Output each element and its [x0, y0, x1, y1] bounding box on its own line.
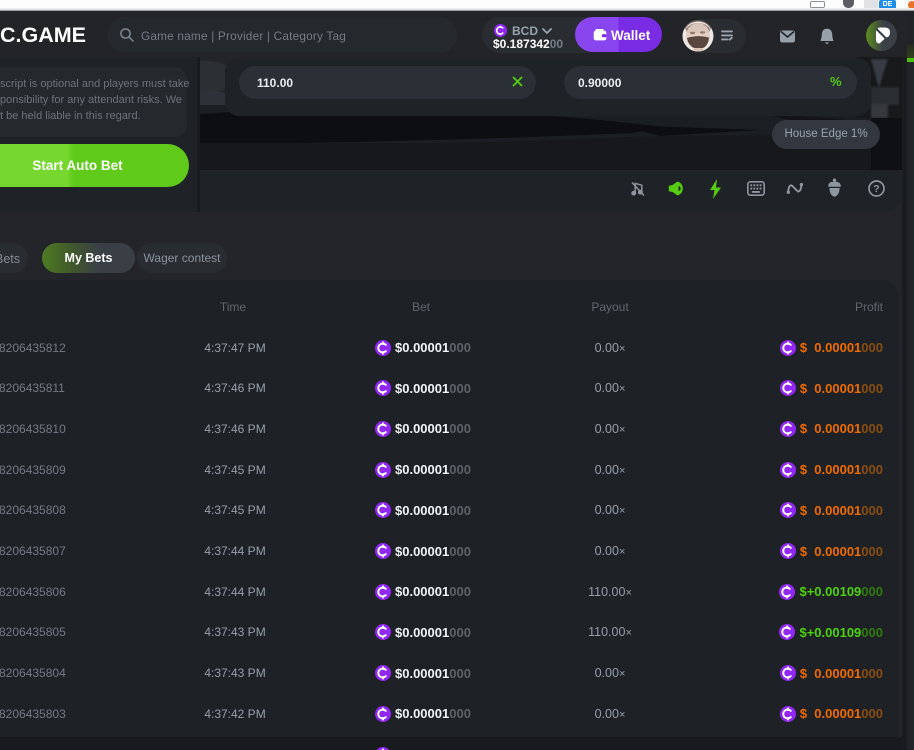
svg-text:?: ?: [873, 183, 879, 195]
